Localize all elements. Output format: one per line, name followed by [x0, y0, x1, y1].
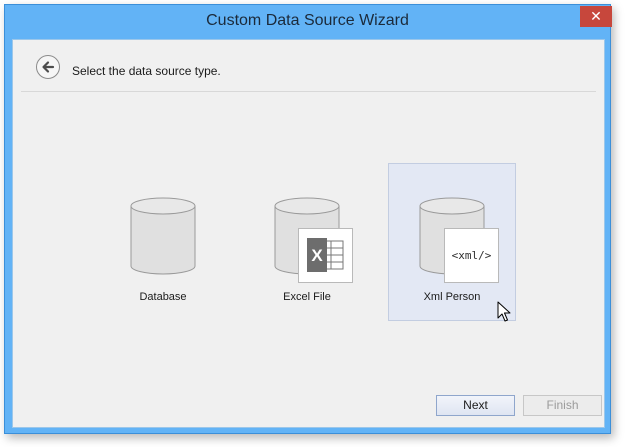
close-button[interactable]: ✕	[580, 6, 612, 27]
xml-file-icon: <xml/>	[444, 228, 499, 283]
excel-file-icon: X	[298, 228, 353, 283]
tile-label-database: Database	[139, 291, 187, 303]
wizard-content: Select the data source type. Database X …	[12, 39, 605, 428]
arrow-left-icon	[42, 61, 55, 73]
mouse-cursor-icon	[497, 301, 511, 322]
excel-x-glyph: X	[311, 246, 323, 265]
title-bar[interactable]: Custom Data Source Wizard ✕	[5, 5, 612, 39]
header-divider	[21, 91, 596, 92]
back-button[interactable]	[36, 55, 60, 79]
window-title: Custom Data Source Wizard	[206, 12, 409, 29]
page-instruction: Select the data source type.	[72, 64, 221, 78]
xml-tag-text: <xml/>	[451, 249, 492, 262]
database-icon	[130, 197, 196, 275]
tile-xml-person[interactable]: <xml/> Xml Person	[388, 163, 516, 321]
tile-database[interactable]: Database	[99, 163, 227, 321]
close-icon: ✕	[590, 8, 602, 24]
tile-excel-file[interactable]: X Excel File	[243, 163, 371, 321]
wizard-window: Custom Data Source Wizard ✕ Select the d…	[4, 4, 612, 434]
tile-label-excel-file: Excel File	[283, 291, 331, 303]
next-button[interactable]: Next	[436, 395, 515, 416]
finish-button[interactable]: Finish	[523, 395, 602, 416]
